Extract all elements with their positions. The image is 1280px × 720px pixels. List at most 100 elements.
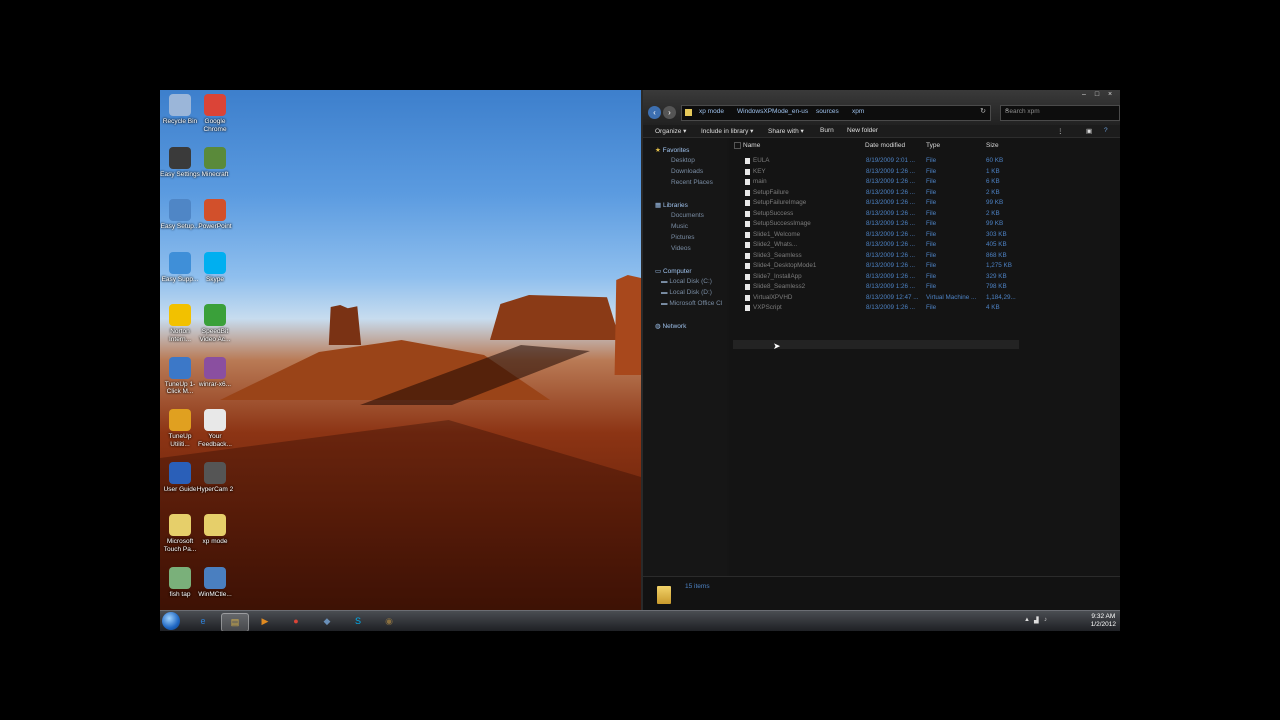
file-name[interactable]: main bbox=[753, 178, 767, 185]
powerpoint-icon bbox=[204, 199, 226, 221]
app-icon[interactable]: ◆ bbox=[314, 613, 340, 630]
nav-music[interactable]: Music bbox=[671, 223, 688, 230]
file-name[interactable]: KEY bbox=[753, 168, 766, 175]
item-count: 15 items bbox=[685, 583, 710, 590]
file-name[interactable]: SetupFailureImage bbox=[753, 199, 806, 206]
column-header-date[interactable]: Date modified bbox=[865, 142, 905, 149]
desktop-icon[interactable]: Microsoft Touch Pa... bbox=[160, 514, 200, 553]
nav-videos[interactable]: Videos bbox=[671, 245, 691, 252]
breadcrumb-sources[interactable]: sources bbox=[816, 108, 839, 115]
column-header-size[interactable]: Size bbox=[986, 142, 999, 149]
file-name[interactable]: Slide3_Seamless bbox=[753, 252, 802, 259]
desktop-icon[interactable]: Minecraft bbox=[195, 146, 235, 179]
nav-local-disk-c[interactable]: ▬ Local Disk (C:) bbox=[661, 278, 712, 285]
refresh-icon[interactable]: ↻ bbox=[980, 107, 986, 115]
column-header-name[interactable]: Name bbox=[743, 142, 760, 149]
file-name[interactable]: SetupFailure bbox=[753, 189, 789, 196]
share-with-button[interactable]: Share with ▾ bbox=[768, 127, 804, 135]
explorer-window[interactable]: – □ × ‹ › xp mode WindowsXPMode_en-us so… bbox=[641, 90, 1120, 611]
chrome-icon[interactable]: ● bbox=[283, 613, 309, 630]
help-icon[interactable]: ? bbox=[1104, 127, 1108, 134]
nav-recent-places[interactable]: Recent Places bbox=[671, 179, 713, 186]
forward-arrow-icon[interactable]: › bbox=[663, 106, 676, 119]
file-icon bbox=[745, 158, 750, 164]
file-name[interactable]: EULA bbox=[753, 157, 769, 164]
hypercam-icon[interactable]: ◉ bbox=[376, 613, 402, 630]
address-bar[interactable]: xp mode WindowsXPMode_en-us sources xpm … bbox=[681, 105, 991, 121]
file-name[interactable]: VirtualXPVHD bbox=[753, 294, 792, 301]
mouse-cursor-icon: ➤ bbox=[773, 341, 781, 351]
nav-documents[interactable]: Documents bbox=[671, 212, 704, 219]
desktop-icon-label: PowerPoint bbox=[198, 223, 232, 230]
network-tray-icon[interactable]: ▟ bbox=[1034, 617, 1039, 624]
desktop-icon[interactable]: TuneUp 1-Click M... bbox=[160, 356, 200, 396]
desktop-icon[interactable]: Your Feedback... bbox=[195, 409, 235, 448]
desktop-icon[interactable]: TuneUp Utiliti... bbox=[160, 409, 200, 448]
nav-local-disk-d[interactable]: ▬ Local Disk (D:) bbox=[661, 289, 712, 296]
title-bar[interactable]: – □ × ‹ › xp mode WindowsXPMode_en-us so… bbox=[643, 90, 1120, 128]
skype-icon[interactable]: S bbox=[345, 613, 371, 630]
select-all-checkbox[interactable] bbox=[734, 142, 741, 149]
desktop-icon[interactable]: winrar-x6... bbox=[195, 356, 235, 389]
back-arrow-icon[interactable]: ‹ bbox=[648, 106, 661, 119]
view-options-icon[interactable]: ⋮ bbox=[1057, 127, 1064, 135]
desktop-icon[interactable]: xp mode bbox=[195, 514, 235, 546]
file-name[interactable]: Slide4_DesktopMode1 bbox=[753, 262, 816, 269]
nav-downloads[interactable]: Downloads bbox=[671, 168, 703, 175]
file-type: File bbox=[926, 178, 937, 185]
breadcrumb-xpm[interactable]: xpm bbox=[852, 108, 864, 115]
tray-arrow-icon[interactable]: ▲ bbox=[1024, 617, 1030, 623]
file-name[interactable]: SetupSuccessImage bbox=[753, 220, 811, 227]
file-name[interactable]: VXPScript bbox=[753, 304, 782, 311]
nav-computer[interactable]: ▭ Computer bbox=[655, 267, 692, 275]
desktop-icon[interactable]: HyperCam 2 bbox=[195, 461, 235, 494]
media-player-icon[interactable]: ▶ bbox=[252, 613, 278, 630]
desktop-icon[interactable]: Easy Settings bbox=[160, 146, 200, 179]
desktop-icon[interactable]: fish tap bbox=[160, 566, 200, 599]
organize-button[interactable]: Organize ▾ bbox=[655, 127, 686, 135]
explorer-icon[interactable]: ▤ bbox=[221, 613, 249, 631]
file-name[interactable]: Slide8_Seamless2 bbox=[753, 283, 805, 290]
clock[interactable]: 9:32 AM 1/2/2012 bbox=[1091, 613, 1116, 629]
nav-desktop[interactable]: Desktop bbox=[671, 157, 695, 164]
ie-icon[interactable]: e bbox=[190, 613, 216, 630]
start-button[interactable] bbox=[162, 612, 180, 630]
file-date: 8/13/2009 1:26 ... bbox=[866, 241, 916, 248]
breadcrumb-windowsxpmode[interactable]: WindowsXPMode_en-us bbox=[737, 108, 808, 115]
desktop-icon[interactable]: PowerPoint bbox=[195, 199, 235, 231]
file-icon bbox=[745, 189, 750, 196]
file-name[interactable]: Slide1_Welcome bbox=[753, 231, 800, 238]
desktop-icon[interactable]: Easy Setup... bbox=[160, 199, 200, 231]
column-header-type[interactable]: Type bbox=[926, 142, 940, 149]
nav-pictures[interactable]: Pictures bbox=[671, 234, 694, 241]
norton-icon bbox=[169, 304, 191, 326]
desktop-icon[interactable]: Recycle Bin bbox=[160, 94, 200, 126]
desktop-icon[interactable]: Skype bbox=[195, 251, 235, 284]
file-name[interactable]: Slide2_Whats... bbox=[753, 241, 797, 248]
desktop-icon[interactable]: Easy Supp... bbox=[160, 251, 200, 284]
close-button[interactable]: × bbox=[1105, 91, 1115, 98]
breadcrumb-xp-mode[interactable]: xp mode bbox=[699, 108, 724, 115]
preview-pane-icon[interactable]: ▣ bbox=[1086, 127, 1092, 135]
nav-favorites[interactable]: ★ Favorites bbox=[655, 146, 689, 154]
file-name[interactable]: Slide7_InstallApp bbox=[753, 273, 802, 280]
desktop-icon-label: xp mode bbox=[202, 538, 228, 545]
desktop-icon[interactable]: WinMCtle... bbox=[195, 566, 235, 599]
new-folder-button[interactable]: New folder bbox=[847, 127, 878, 134]
file-name[interactable]: SetupSuccess bbox=[753, 210, 793, 217]
nav-office-click[interactable]: ▬ Microsoft Office Cl bbox=[661, 300, 722, 307]
nav-libraries[interactable]: ▦ Libraries bbox=[655, 201, 688, 209]
minimize-button[interactable]: – bbox=[1079, 91, 1089, 98]
nav-network[interactable]: ◍ Network bbox=[655, 322, 686, 330]
include-library-button[interactable]: Include in library ▾ bbox=[701, 127, 753, 135]
search-input[interactable]: Search xpm ⌕ bbox=[1000, 105, 1120, 121]
desktop-icon[interactable]: SpeedBit Video Ac... bbox=[195, 304, 235, 343]
volume-icon[interactable]: ♪ bbox=[1044, 617, 1047, 623]
desktop-icon[interactable]: User Guide bbox=[160, 461, 200, 494]
desktop-icon[interactable]: Google Chrome bbox=[195, 94, 235, 133]
recycle-bin-icon bbox=[169, 94, 191, 116]
desktop-icon[interactable]: Norton Intern... bbox=[160, 304, 200, 343]
search-icon[interactable]: ⌕ bbox=[1005, 107, 1116, 115]
burn-button[interactable]: Burn bbox=[820, 127, 834, 134]
maximize-button[interactable]: □ bbox=[1092, 91, 1102, 98]
